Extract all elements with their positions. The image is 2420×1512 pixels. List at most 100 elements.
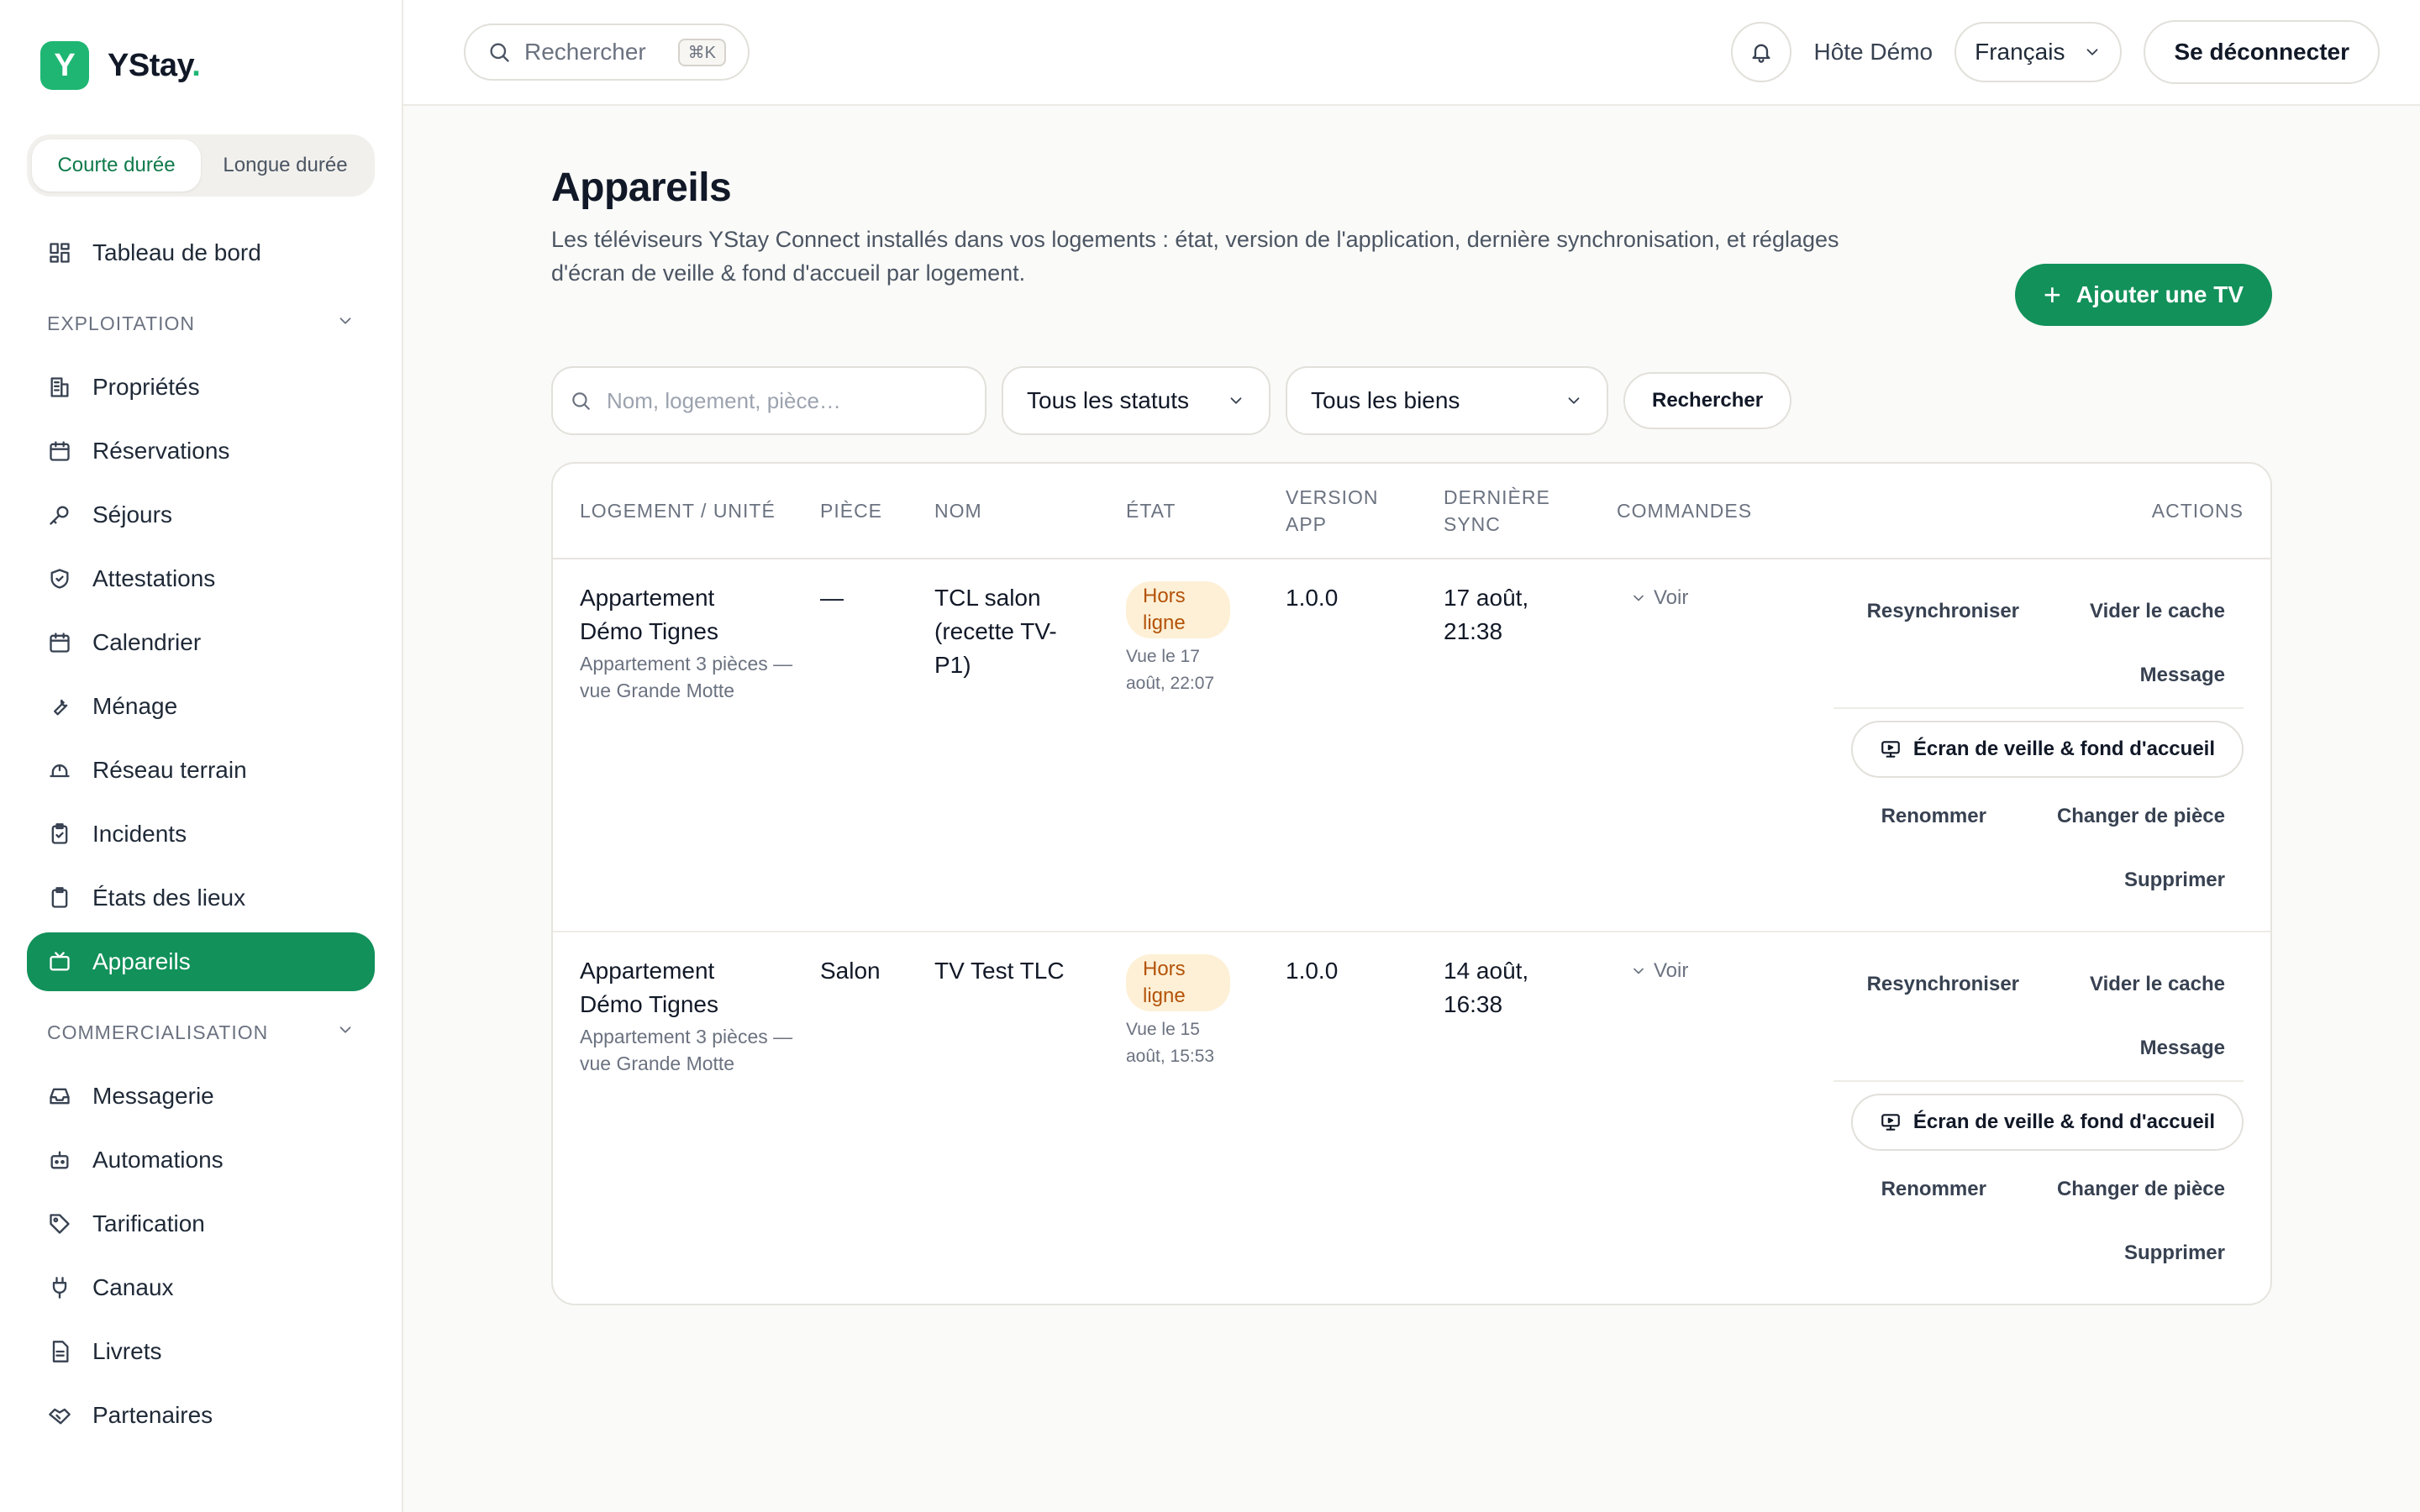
actions-divider (1833, 1080, 2244, 1082)
app-name: YStay. (108, 47, 201, 83)
status-filter-select[interactable]: Tous les statuts (1002, 366, 1270, 435)
unit-name: Appartement Démo Tignes (580, 585, 718, 644)
notifications-button[interactable] (1731, 22, 1792, 82)
row-actions: Resynchroniser Vider le cache Message Éc… (1808, 932, 2270, 1304)
app-version: 1.0.0 (1286, 585, 1339, 611)
page-header: Appareils Les téléviseurs YStay Connect … (551, 156, 2272, 326)
device-search-input[interactable]: Nom, logement, pièce… (551, 366, 986, 435)
col-version: VERSION APP (1286, 486, 1379, 535)
sidebar-item-booklets[interactable]: Livrets (27, 1322, 375, 1381)
logo-mark-icon: Y (40, 41, 89, 90)
segment-short-term[interactable]: Courte durée (32, 139, 201, 192)
topbar: Rechercher ⌘K Hôte Démo Français Se déco… (403, 0, 2420, 106)
rename-button[interactable]: Renommer (1863, 1158, 2005, 1221)
sidebar-item-devices[interactable]: Appareils (27, 932, 375, 991)
global-search[interactable]: Rechercher ⌘K (464, 24, 750, 81)
table-row: Appartement Démo Tignes Appartement 3 pi… (553, 559, 2270, 932)
col-sync: DERNIÈRE SYNC (1444, 486, 1550, 535)
bell-icon (1749, 40, 1773, 64)
col-name: NOM (934, 499, 982, 522)
sidebar-item-inspections[interactable]: États des lieux (27, 869, 375, 927)
sidebar-item-channels[interactable]: Canaux (27, 1258, 375, 1317)
app-root: Y YStay. Courte durée Longue durée Table… (0, 0, 2420, 1512)
language-select[interactable]: Français (1954, 22, 2123, 82)
sidebar-item-field-network[interactable]: Réseau terrain (27, 741, 375, 800)
resync-button[interactable]: Resynchroniser (1849, 580, 2038, 643)
main-area: Rechercher ⌘K Hôte Démo Français Se déco… (403, 0, 2420, 1512)
add-tv-button[interactable]: + Ajouter une TV (2014, 264, 2272, 326)
sidebar-item-partners[interactable]: Partenaires (27, 1386, 375, 1445)
sidebar-item-incidents[interactable]: Incidents (27, 805, 375, 864)
sidebar-item-attestations[interactable]: Attestations (27, 549, 375, 608)
screensaver-settings-button[interactable]: Écran de veille & fond d'accueil (1850, 1094, 2244, 1151)
sidebar-item-messaging[interactable]: Messagerie (27, 1067, 375, 1126)
topbar-right: Hôte Démo Français Se déconnecter (1731, 20, 2380, 84)
section-commercialisation[interactable]: COMMERCIALISATION (27, 1003, 375, 1062)
filters-bar: Nom, logement, pièce… Tous les statuts T… (551, 366, 2272, 435)
col-actions: ACTIONS (2151, 499, 2244, 522)
clipboard-check-icon (47, 822, 72, 847)
sidebar-item-pricing[interactable]: Tarification (27, 1194, 375, 1253)
sidebar-item-stays[interactable]: Séjours (27, 486, 375, 544)
key-icon (47, 502, 72, 528)
status-badge: Hors ligne (1126, 954, 1230, 1011)
tv-icon (47, 949, 72, 974)
calendar-icon (47, 438, 72, 464)
change-room-button[interactable]: Changer de pièce (2039, 785, 2244, 848)
chevron-down-icon (1227, 391, 1245, 410)
file-icon (47, 1339, 72, 1364)
page-content: Appareils Les téléviseurs YStay Connect … (403, 106, 2420, 1305)
room-value: Salon (820, 958, 881, 984)
commands-toggle[interactable]: Voir (1617, 954, 1808, 988)
actions-divider (1833, 707, 2244, 709)
sidebar-item-automations[interactable]: Automations (27, 1131, 375, 1189)
status-badge: Hors ligne (1126, 581, 1230, 638)
tag-icon (47, 1211, 72, 1236)
clipboard-icon (47, 885, 72, 911)
chevron-down-icon (2083, 43, 2102, 61)
chevron-down-icon (1565, 391, 1583, 410)
building-icon (47, 375, 72, 400)
property-filter-select[interactable]: Tous les biens (1286, 366, 1608, 435)
sidebar-item-cleaning[interactable]: Ménage (27, 677, 375, 736)
segment-long-term[interactable]: Longue durée (201, 139, 370, 192)
sidebar: Y YStay. Courte durée Longue durée Table… (0, 0, 403, 1512)
rename-button[interactable]: Renommer (1863, 785, 2005, 848)
page-subtitle: Les téléviseurs YStay Connect installés … (551, 227, 1839, 286)
col-state: ÉTAT (1126, 499, 1176, 522)
sidebar-item-properties[interactable]: Propriétés (27, 358, 375, 417)
last-seen: Vue le 17 août, 22:07 (1126, 647, 1215, 693)
sidebar-item-calendar[interactable]: Calendrier (27, 613, 375, 672)
bot-icon (47, 1147, 72, 1173)
clear-cache-button[interactable]: Vider le cache (2071, 580, 2244, 643)
col-commands: COMMANDES (1617, 499, 1753, 522)
change-room-button[interactable]: Changer de pièce (2039, 1158, 2244, 1221)
table-header: LOGEMENT / UNITÉ PIÈCE NOM ÉTAT VERSION A… (553, 464, 2270, 559)
sidebar-item-reservations[interactable]: Réservations (27, 422, 375, 480)
delete-button[interactable]: Supprimer (2106, 1221, 2244, 1285)
clear-cache-button[interactable]: Vider le cache (2071, 953, 2244, 1016)
screensaver-settings-button[interactable]: Écran de veille & fond d'accueil (1850, 721, 2244, 778)
logo[interactable]: Y YStay. (27, 0, 375, 131)
sidebar-item-label: Tableau de bord (92, 239, 261, 265)
message-button[interactable]: Message (2122, 643, 2244, 707)
wrench-icon (47, 694, 72, 719)
device-name: TV Test TLC (934, 958, 1065, 984)
col-unit: LOGEMENT / UNITÉ (580, 499, 776, 522)
filter-search-button[interactable]: Rechercher (1623, 372, 1792, 429)
resync-button[interactable]: Resynchroniser (1849, 953, 2038, 1016)
commands-toggle[interactable]: Voir (1617, 581, 1808, 615)
device-name: TCL salon (recette TV-P1) (934, 585, 1057, 678)
monitor-icon (1880, 738, 1913, 760)
calendar-icon (47, 630, 72, 655)
logout-button[interactable]: Se déconnecter (2144, 20, 2380, 84)
sidebar-item-dashboard[interactable]: Tableau de bord (27, 223, 375, 282)
hard-hat-icon (47, 758, 72, 783)
section-exploitation[interactable]: EXPLOITATION (27, 294, 375, 353)
shortcut-badge: ⌘K (677, 38, 726, 66)
devices-table: LOGEMENT / UNITÉ PIÈCE NOM ÉTAT VERSION A… (551, 462, 2272, 1305)
message-button[interactable]: Message (2122, 1016, 2244, 1080)
delete-button[interactable]: Supprimer (2106, 848, 2244, 912)
search-icon (487, 40, 511, 64)
chevron-down-icon (1630, 590, 1647, 606)
